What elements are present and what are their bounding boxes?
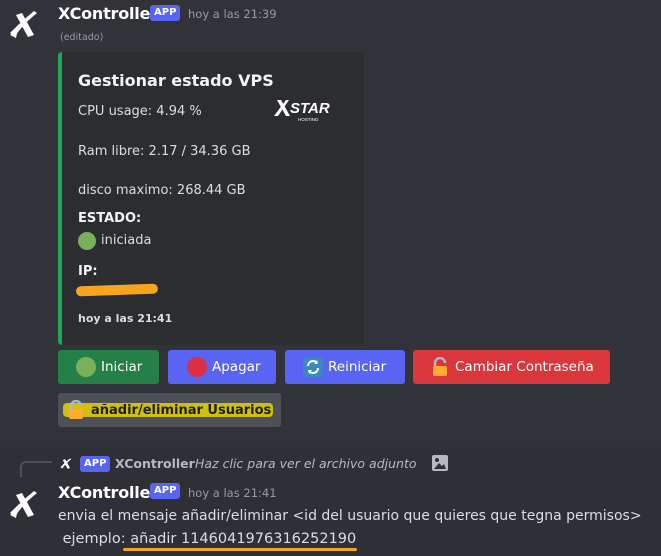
logo-subtext: HOSTING	[298, 117, 319, 122]
x-logo-icon	[10, 11, 37, 38]
underline-mark	[123, 548, 357, 551]
usuarios-label: añadir/eliminar Usuarios	[91, 402, 272, 418]
ip-label: IP:	[78, 264, 98, 279]
x-logo-icon	[60, 458, 72, 469]
reiniciar-button[interactable]: Reiniciar	[285, 350, 405, 384]
reply-avatar[interactable]	[58, 456, 74, 472]
reply-app-tag: APP	[80, 456, 111, 472]
usuarios-button[interactable]: añadir/eliminar Usuarios	[58, 393, 281, 427]
edited-label: (editado)	[60, 32, 104, 43]
embed-footer-timestamp: hoy a las 21:41	[78, 312, 173, 325]
reply-author[interactable]: XController	[115, 456, 195, 471]
cambiar-label: Cambiar Contraseña	[455, 359, 594, 375]
reply-spine	[20, 461, 52, 477]
app-tag: APP	[150, 483, 181, 499]
message-line-2: ejemplo: añadir 1146041976316252190	[58, 531, 357, 547]
green-circle-icon	[78, 232, 96, 250]
image-icon	[431, 454, 449, 472]
embed-title: Gestionar estado VPS	[78, 71, 274, 90]
disk-max: disco maximo: 268.44 GB	[78, 183, 246, 198]
author-name[interactable]: XController	[58, 483, 158, 502]
message-line-1: envia el mensaje añadir/eliminar <id del…	[58, 508, 642, 524]
estado-label: ESTADO:	[78, 211, 142, 226]
reply-content[interactable]: Haz clic para ver el archivo adjunto	[195, 456, 417, 471]
apagar-label: Apagar	[212, 359, 261, 375]
ip-redaction-mark	[75, 283, 159, 297]
red-circle-icon	[187, 357, 207, 377]
example-prefix: ejemplo:	[58, 531, 131, 547]
cpu-usage: CPU usage: 4.94 %	[78, 104, 202, 119]
app-tag: APP	[150, 5, 181, 21]
reiniciar-label: Reiniciar	[328, 359, 387, 375]
bot-avatar[interactable]	[4, 5, 44, 45]
ram-free: Ram libre: 2.17 / 34.36 GB	[78, 144, 251, 159]
logo-text: STAR	[290, 100, 330, 117]
lock-icon	[66, 399, 86, 420]
x-logo-icon	[10, 491, 37, 518]
bot-avatar[interactable]	[4, 485, 44, 525]
message-timestamp: hoy a las 21:41	[188, 486, 277, 500]
iniciar-label: Iniciar	[101, 359, 143, 375]
green-circle-icon	[76, 357, 96, 377]
lock-icon	[430, 356, 450, 377]
example-command: añadir 1146041976316252190	[130, 531, 357, 547]
refresh-icon	[303, 357, 323, 377]
iniciar-button[interactable]: Iniciar	[58, 350, 159, 384]
apagar-button[interactable]: Apagar	[168, 350, 276, 384]
xstar-logo: STAR HOSTING	[272, 96, 336, 124]
cambiar-contrasena-button[interactable]: Cambiar Contraseña	[413, 350, 610, 384]
message-timestamp: hoy a las 21:39	[188, 7, 277, 21]
author-name[interactable]: XController	[58, 4, 158, 23]
estado-value: iniciada	[101, 233, 152, 248]
embed-card: Gestionar estado VPS CPU usage: 4.94 % S…	[58, 52, 364, 345]
